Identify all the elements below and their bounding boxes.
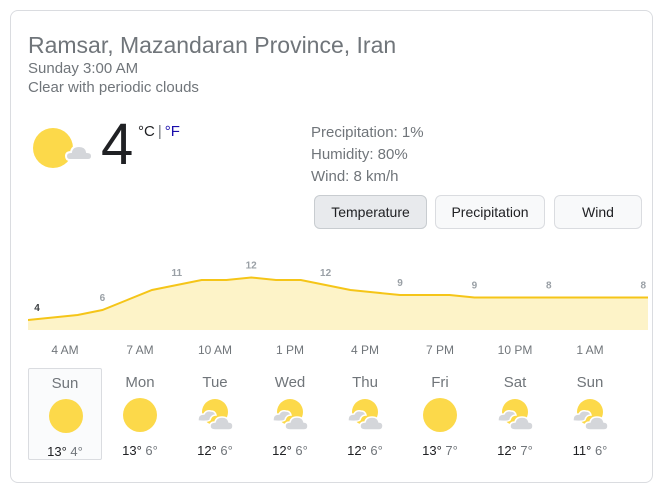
celsius-unit[interactable]: °C bbox=[138, 123, 155, 140]
day-name: Wed bbox=[274, 374, 306, 391]
day-name: Sat bbox=[503, 374, 527, 391]
chart-data-label: 12 bbox=[246, 261, 258, 272]
sunny-icon bbox=[120, 397, 160, 433]
low-temp: 4° bbox=[70, 444, 83, 459]
tab-wind[interactable]: Wind bbox=[554, 195, 642, 229]
day-temps: 12° 7° bbox=[478, 443, 552, 458]
weather-details: Precipitation: 1% Humidity: 80% Wind: 8 … bbox=[311, 122, 424, 188]
hour-tick-label: 7 AM bbox=[126, 343, 154, 357]
forecast-day[interactable]: Mon 13° 6° bbox=[103, 368, 177, 460]
temperature-chart: 4 6 11 12 12 9 9 8 8 bbox=[28, 261, 648, 330]
chart-data-label: 8 bbox=[640, 281, 646, 292]
wind-detail: Wind: 8 km/h bbox=[311, 168, 399, 185]
day-temps: 12° 6° bbox=[178, 443, 252, 458]
low-temp: 6° bbox=[370, 443, 383, 458]
hour-tick-label: 10 AM bbox=[197, 343, 233, 357]
weather-condition: Clear with periodic clouds bbox=[28, 79, 199, 96]
partly-cloudy-icon bbox=[495, 397, 535, 433]
sunny-icon bbox=[420, 397, 460, 433]
partly-cloudy-icon bbox=[345, 397, 385, 433]
day-temps: 12° 6° bbox=[328, 443, 402, 458]
day-name: Tue bbox=[202, 374, 228, 391]
partly-cloudy-icon bbox=[195, 397, 235, 433]
chart-data-label: 4 bbox=[34, 303, 40, 314]
date-time: Sunday 3:00 AM bbox=[28, 60, 139, 77]
low-temp: 7° bbox=[445, 443, 458, 458]
chart-data-label: 9 bbox=[397, 278, 403, 289]
high-temp: 13° bbox=[422, 443, 442, 458]
chart-data-label: 12 bbox=[320, 268, 332, 279]
low-temp: 7° bbox=[520, 443, 533, 458]
temperature-area bbox=[28, 277, 648, 330]
high-temp: 12° bbox=[497, 443, 517, 458]
chart-data-label: 9 bbox=[472, 281, 478, 292]
unit-separator: | bbox=[157, 123, 162, 140]
low-temp: 6° bbox=[220, 443, 233, 458]
high-temp: 13° bbox=[47, 444, 67, 459]
day-name: Mon bbox=[125, 374, 155, 391]
low-temp: 6° bbox=[145, 443, 158, 458]
forecast-day[interactable]: Sun 13° 4° bbox=[28, 368, 102, 460]
day-temps: 12° 6° bbox=[253, 443, 327, 458]
hour-tick-label: 4 AM bbox=[51, 343, 79, 357]
partly-cloudy-icon bbox=[270, 397, 310, 433]
day-name: Sun bbox=[51, 375, 79, 392]
day-temps: 11° 6° bbox=[553, 443, 627, 458]
precipitation-detail: Precipitation: 1% bbox=[311, 124, 424, 141]
forecast-day[interactable]: Fri 13° 7° bbox=[403, 368, 477, 460]
high-temp: 13° bbox=[122, 443, 142, 458]
forecast-day[interactable]: Thu 12° 6° bbox=[328, 368, 402, 460]
partly-cloudy-icon bbox=[570, 397, 610, 433]
low-temp: 6° bbox=[295, 443, 308, 458]
high-temp: 12° bbox=[347, 443, 367, 458]
chart-data-label: 11 bbox=[172, 268, 183, 279]
high-temp: 12° bbox=[197, 443, 217, 458]
day-temps: 13° 7° bbox=[403, 443, 477, 458]
forecast-day[interactable]: Sat 12° 7° bbox=[478, 368, 552, 460]
forecast-day[interactable]: Tue 12° 6° bbox=[178, 368, 252, 460]
hour-tick-label: 1 PM bbox=[275, 343, 304, 357]
tab-precipitation[interactable]: Precipitation bbox=[435, 195, 545, 229]
hour-tick-label: 10 PM bbox=[497, 343, 533, 357]
hour-tick-label: 7 PM bbox=[425, 343, 454, 357]
hour-axis: 4 AM 7 AM 10 AM 1 PM 4 PM 7 PM 10 PM 1 AM bbox=[0, 343, 665, 359]
partly-cloudy-icon bbox=[33, 128, 94, 168]
forecast-day[interactable]: Wed 12° 6° bbox=[253, 368, 327, 460]
day-name: Sun bbox=[576, 374, 604, 391]
low-temp: 6° bbox=[594, 443, 608, 458]
tab-temperature[interactable]: Temperature bbox=[314, 195, 427, 229]
day-name: Thu bbox=[352, 374, 378, 391]
fahrenheit-unit[interactable]: °F bbox=[165, 123, 180, 140]
humidity-detail: Humidity: 80% bbox=[311, 146, 408, 163]
sunny-icon bbox=[46, 398, 86, 434]
forecast-day[interactable]: Sun 11° 6° bbox=[553, 368, 627, 460]
chart-data-label: 6 bbox=[100, 293, 106, 304]
high-temp: 12° bbox=[272, 443, 292, 458]
current-temperature: 4 bbox=[101, 112, 134, 177]
daily-forecast: Sun 13° 4° Mon 13° 6° Tue 12° 6° Wed 12° 6° Thu 1… bbox=[28, 368, 648, 460]
day-temps: 13° 4° bbox=[29, 444, 101, 459]
location-title: Ramsar, Mazandaran Province, Iran bbox=[28, 32, 397, 58]
day-temps: 13° 6° bbox=[103, 443, 177, 458]
day-name: Fri bbox=[431, 374, 449, 391]
chart-data-label: 8 bbox=[546, 281, 552, 292]
unit-toggle: °C | °F bbox=[138, 123, 180, 140]
hour-tick-label: 4 PM bbox=[350, 343, 379, 357]
hour-tick-label: 1 AM bbox=[576, 343, 604, 357]
high-temp: 11° bbox=[572, 443, 592, 458]
